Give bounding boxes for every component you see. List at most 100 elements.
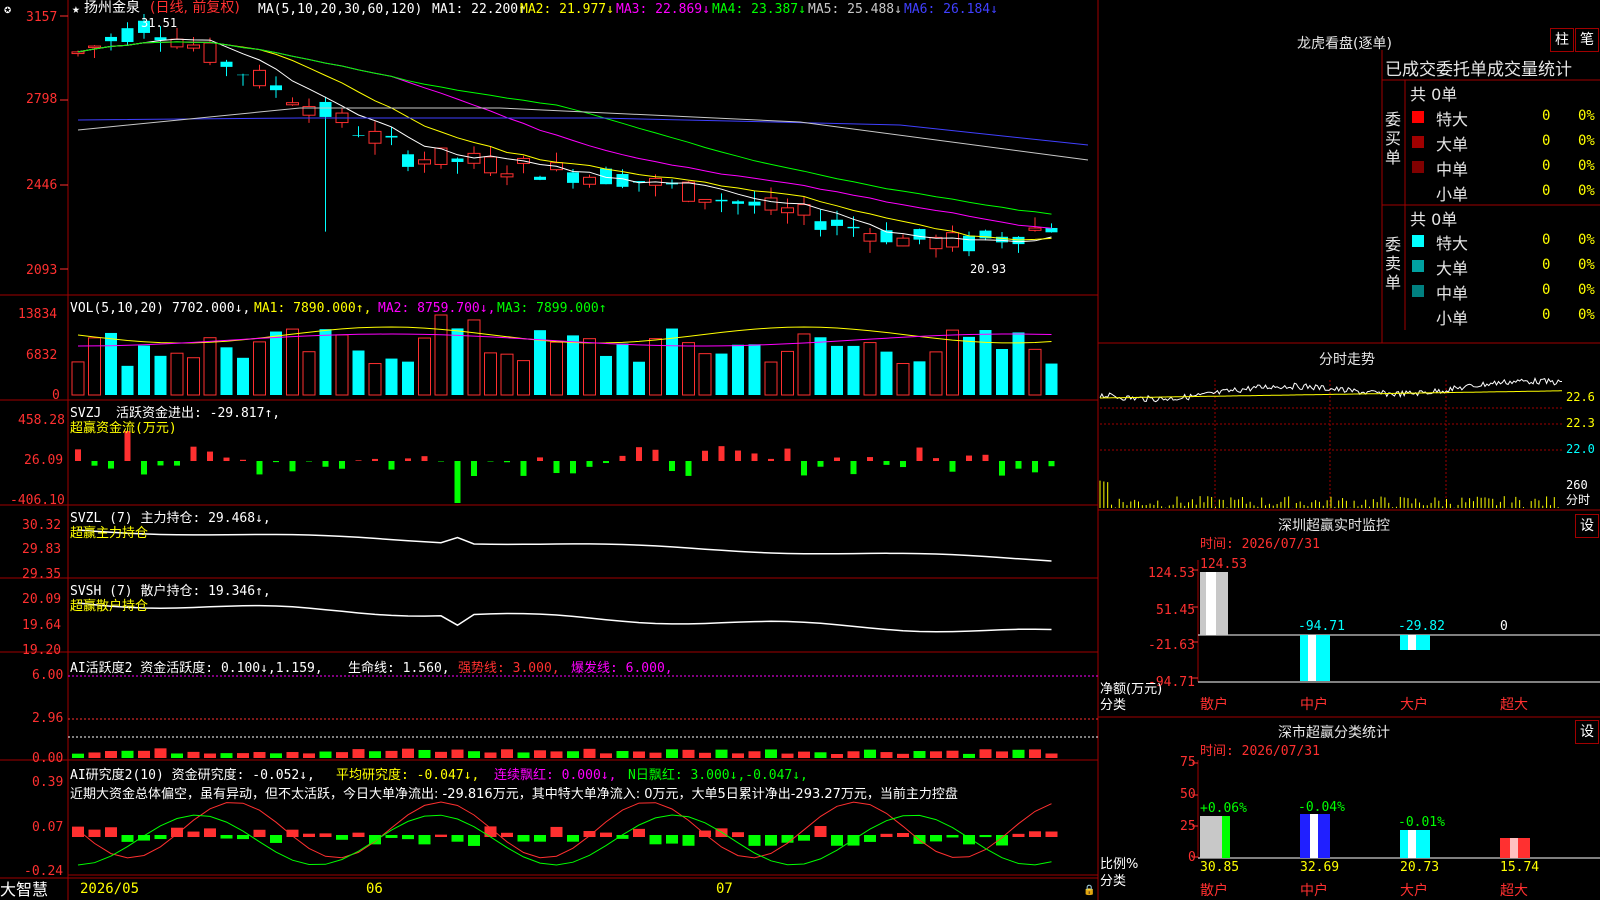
high-price-label: 31.51 <box>141 16 178 30</box>
research-bar <box>352 832 365 837</box>
monitor-settings-button[interactable]: 设 <box>1575 514 1599 538</box>
flow-bar <box>850 461 857 475</box>
candle-up <box>946 232 959 248</box>
vol-ma2: MA2: 8759.700↓, <box>378 301 496 316</box>
volume-bar <box>154 355 167 395</box>
candle-up <box>797 204 811 216</box>
volume-bar <box>649 338 662 396</box>
chart-mode[interactable]: (日线, 前复权) <box>150 1 240 16</box>
volume-bar <box>847 345 860 395</box>
flow-bar <box>190 446 197 461</box>
candle-up <box>781 207 794 214</box>
volume-bar <box>1028 348 1042 396</box>
activity-bar <box>88 752 101 758</box>
svzl-header[interactable]: SVZL (7) 主力持仓: 29.468↓, <box>70 511 271 526</box>
candle-up <box>253 69 266 87</box>
intraday-title[interactable]: 分时走势 <box>1319 349 1375 369</box>
flow-bar <box>652 449 659 461</box>
flow-bar <box>75 449 81 461</box>
candle-up <box>187 44 200 49</box>
research-bar <box>946 835 959 838</box>
svzj-header[interactable]: SVZJ <box>70 406 101 421</box>
volume-bar <box>748 344 761 395</box>
sell-row-name: 中单 <box>1436 284 1469 303</box>
ma-value-6: MA6: 26.184↓ <box>904 2 998 17</box>
ma-params[interactable]: MA(5,10,20,30,60,120) <box>258 2 422 17</box>
volume-bar <box>220 347 233 395</box>
candle-up <box>170 38 184 48</box>
svsh-header[interactable]: SVSH (7) 散户持仓: 19.346↑, <box>70 584 271 599</box>
sell-label: 委卖单 <box>1385 235 1402 292</box>
sell-row-pct: 0% <box>1578 282 1595 298</box>
buy-row-name: 中单 <box>1436 160 1469 179</box>
candle-down <box>121 28 134 42</box>
activity-bar <box>534 750 546 758</box>
activity-bar <box>699 752 711 758</box>
flow-bar <box>471 461 477 476</box>
bar-mode-button[interactable]: 柱 <box>1550 28 1574 52</box>
research-bar <box>336 835 348 840</box>
chart-canvas[interactable] <box>0 0 1600 900</box>
flow-bar <box>322 461 329 467</box>
stats-cat: 中户 <box>1300 883 1328 899</box>
volume-bar <box>105 332 117 395</box>
volume-bar <box>583 338 596 396</box>
stats-title: 深市超赢分类统计 <box>1278 725 1390 741</box>
flow-bar <box>306 461 312 462</box>
activity-bar <box>616 751 629 758</box>
lock-icon[interactable]: 🔒 <box>1083 883 1095 898</box>
activity-bar <box>72 753 84 758</box>
date-label: 2026/05 <box>80 881 140 897</box>
candle-up <box>698 198 712 203</box>
sell-row-name: 大单 <box>1436 259 1469 278</box>
ai2-header[interactable]: AI研究度2(10) 资金研究度: -0.052↓, <box>70 768 315 783</box>
buy-row-pct: 0% <box>1578 183 1595 199</box>
svzj-sub: 超赢资金流(万元) <box>70 421 177 436</box>
research-bar <box>220 835 233 839</box>
flow-bar <box>339 461 345 469</box>
buy-row-name: 大单 <box>1436 135 1469 154</box>
vol-header[interactable]: VOL(5,10,20) <box>70 301 164 316</box>
research-bar <box>319 833 332 837</box>
ai1-header[interactable]: AI活跃度2 资金活跃度: 0.100↓,1.159, <box>70 661 323 676</box>
volume-bar <box>1012 332 1025 395</box>
volume-bar <box>418 337 431 396</box>
tick-mode-button[interactable]: 笔 <box>1575 28 1599 52</box>
flow-bar <box>916 447 923 461</box>
volume-bar <box>385 358 398 395</box>
sell-row-name: 特大 <box>1436 234 1469 253</box>
candle-down <box>105 36 117 42</box>
research-bar <box>732 832 744 837</box>
price-axis-label: 2093 <box>26 263 58 278</box>
activity-bar <box>946 750 959 758</box>
stock-name[interactable]: 扬州金泉 <box>84 1 140 16</box>
ma-value-3: MA3: 22.869↓ <box>616 2 710 17</box>
candle-down <box>567 172 579 183</box>
main-holding-line <box>77 529 1052 562</box>
flow-bar <box>718 446 725 461</box>
activity-bar <box>303 753 315 758</box>
activity-bar <box>138 750 150 758</box>
menu-icon[interactable]: ✪ <box>4 2 11 17</box>
research-bar <box>501 832 513 837</box>
activity-bar <box>435 751 447 758</box>
activity-bar <box>468 751 480 758</box>
activity-bar <box>105 751 117 758</box>
buy-row-pct: 0% <box>1578 158 1595 174</box>
flow-bar <box>405 458 411 461</box>
ai2-axis-label: 0.07 <box>32 820 64 835</box>
candle-up <box>368 130 382 144</box>
volume-bar <box>286 328 299 396</box>
svzl-axis-label: 30.32 <box>22 518 62 533</box>
monitor-axis-label: 51.45 <box>1156 603 1196 618</box>
volume-bar <box>880 351 893 395</box>
ma-line <box>77 38 1052 243</box>
vol-axis-label: 13834 <box>18 307 58 322</box>
candle-up <box>71 51 85 55</box>
stats-value: 15.74 <box>1500 860 1540 875</box>
monitor-cat: 超大 <box>1500 697 1528 713</box>
volume-bar <box>319 329 332 395</box>
research-bar <box>550 826 563 837</box>
stats-settings-button[interactable]: 设 <box>1575 720 1599 744</box>
volume-bar <box>88 337 101 396</box>
